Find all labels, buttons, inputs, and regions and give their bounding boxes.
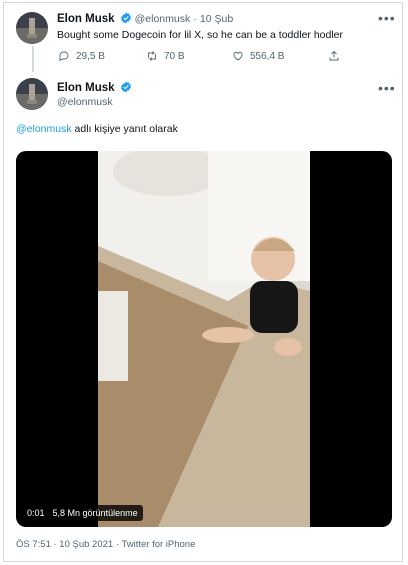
share-icon (329, 50, 339, 61)
replying-to: @elonmusk adlı kişiye yanıt olarak (16, 123, 178, 135)
like-button[interactable]: 556,4 B (232, 50, 284, 62)
retweet-icon (148, 51, 156, 61)
video-frame (98, 151, 310, 527)
tweet-header: Elon Musk @elonmusk · 10 Şub (57, 12, 233, 25)
video-info-badge: 0:01 5,8 Mn görüntülenme (22, 505, 143, 521)
thread-line (32, 46, 34, 72)
more-icon[interactable]: ••• (378, 80, 396, 96)
verified-icon (120, 12, 131, 24)
like-count: 556,4 B (250, 50, 285, 62)
main-author-name-row: Elon Musk (57, 81, 132, 94)
more-icon[interactable]: ••• (378, 10, 396, 26)
avatar[interactable] (16, 78, 48, 110)
author-name[interactable]: Elon Musk (57, 82, 115, 94)
reply-count: 29,5 B (76, 50, 105, 62)
verified-icon (120, 81, 131, 93)
video-views: 5,8 Mn görüntülenme (52, 508, 138, 518)
reply-icon (59, 51, 69, 62)
tweet-date[interactable]: 10 Şub (200, 13, 233, 25)
author-handle[interactable]: @elonmusk (57, 96, 113, 108)
separator: · (193, 13, 197, 25)
reply-button[interactable]: 29,5 B (58, 50, 105, 62)
like-icon (233, 51, 243, 61)
avatar[interactable] (16, 12, 48, 44)
tweet-timestamp[interactable]: ÖS 7:51 · 10 Şub 2021 · Twitter for iPho… (16, 539, 195, 550)
video-player[interactable]: 0:01 5,8 Mn görüntülenme (16, 151, 392, 527)
tweet-actions: 29,5 B 70 B 556,4 B (58, 50, 358, 64)
retweet-count: 70 B (164, 50, 185, 62)
reply-to-suffix: adlı kişiye yanıt olarak (74, 123, 178, 135)
share-button[interactable] (328, 50, 340, 62)
video-time: 0:01 (27, 508, 45, 518)
reply-to-handle[interactable]: @elonmusk (16, 123, 72, 135)
author-name[interactable]: Elon Musk (57, 13, 115, 25)
retweet-button[interactable]: 70 B (146, 50, 185, 62)
tweet-text: Bought some Dogecoin for lil X, so he ca… (57, 29, 344, 41)
author-handle[interactable]: @elonmusk (135, 13, 191, 25)
